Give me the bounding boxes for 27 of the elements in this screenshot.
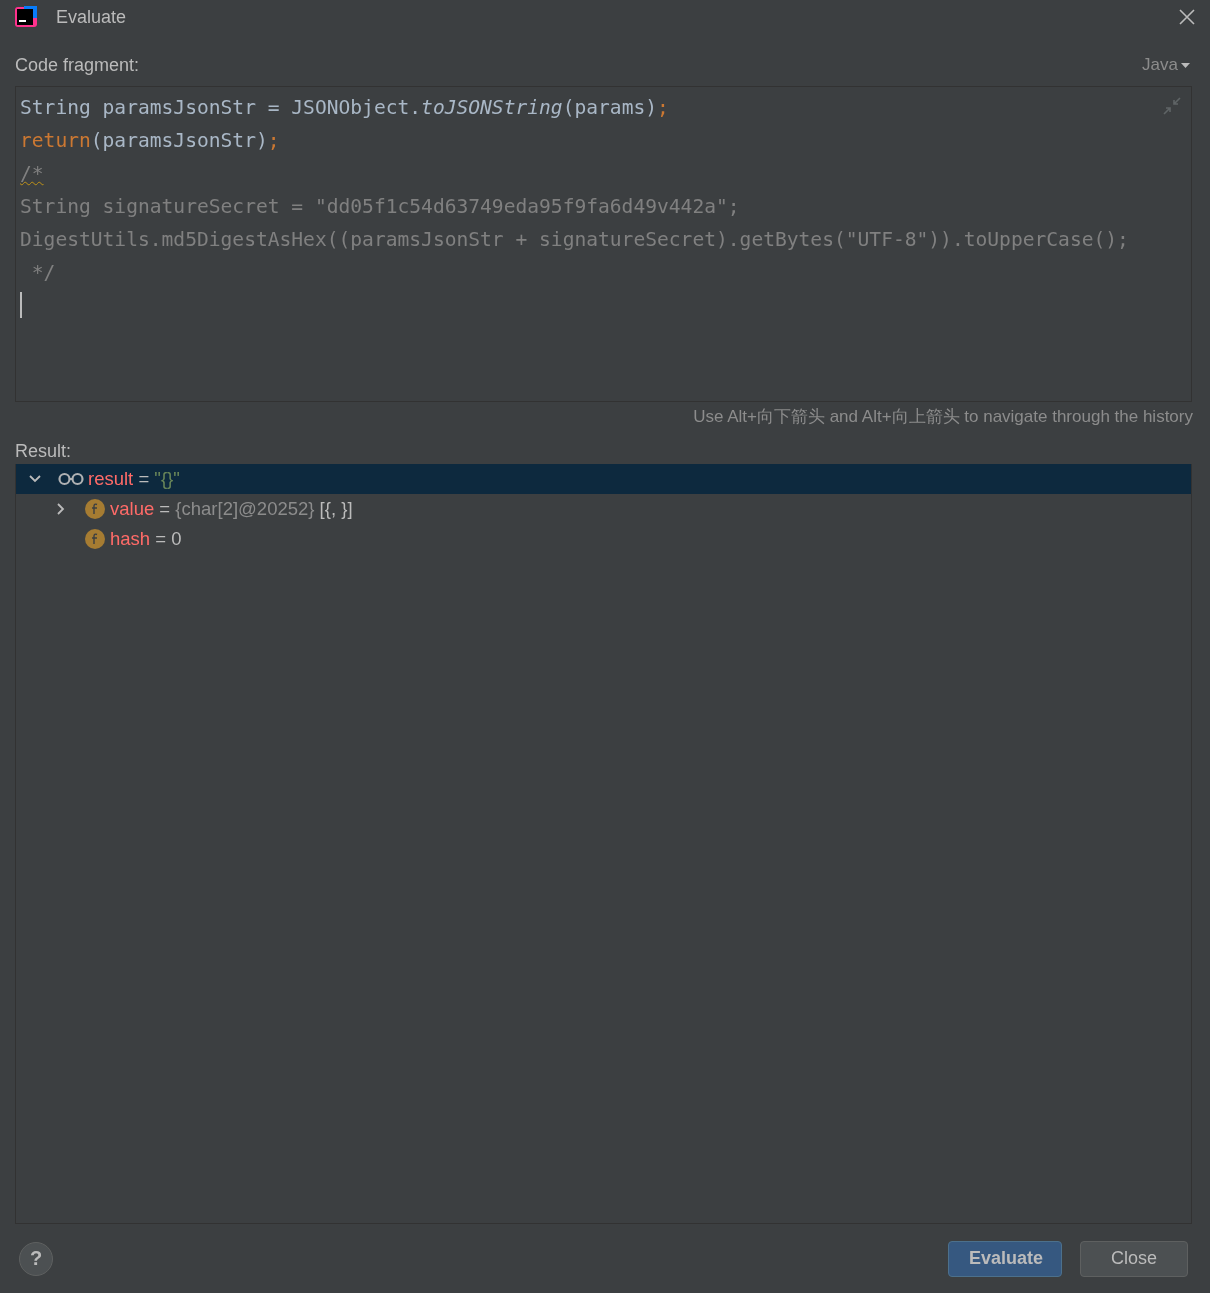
code-line: /* (20, 161, 44, 187)
field-icon (84, 528, 106, 550)
close-button[interactable]: Close (1080, 1240, 1188, 1277)
text-cursor (20, 292, 22, 318)
help-button[interactable]: ? (19, 1241, 53, 1276)
tree-row[interactable]: result = "{}" (16, 464, 1191, 494)
evaluate-button[interactable]: Evaluate (948, 1240, 1062, 1277)
code-line: DigestUtils.md5DigestAsHex((paramsJsonStr + signatureSecret).getBytes("UTF-8")).toUpperCase(); (20, 227, 1129, 253)
tree-node-text: value = {char[2]@20252} [{, }] (110, 498, 353, 520)
close-icon[interactable] (1178, 8, 1196, 26)
tree-node-text: hash = 0 (110, 528, 182, 550)
code-line: String paramsJsonStr = JSONObject.toJSONString(params); (20, 95, 669, 121)
glasses-icon (58, 472, 84, 486)
hint-text: Use Alt+向下箭头 and Alt+向上箭头 to navigate through the history (692, 406, 1194, 428)
result-label: Result: (14, 440, 73, 463)
app-logo-icon (14, 5, 38, 29)
field-label: Code fragment: (15, 54, 141, 76)
field-icon (84, 498, 106, 520)
code-line: String signatureSecret = "dd05f1c54d63749eda95f9fa6d49v442a"; (20, 194, 740, 220)
caret-icon (1181, 62, 1190, 68)
tree-node-text: result = "{}" (88, 468, 180, 490)
tree-row[interactable]: value = {char[2]@20252} [{, }] (16, 494, 1191, 524)
window-title: Evaluate (56, 6, 128, 28)
code-line: */ (30, 260, 56, 286)
code-line: return(paramsJsonStr); (20, 128, 280, 154)
tree-row[interactable]: hash = 0 (16, 524, 1191, 554)
language-dropdown[interactable]: Java (1142, 55, 1190, 75)
